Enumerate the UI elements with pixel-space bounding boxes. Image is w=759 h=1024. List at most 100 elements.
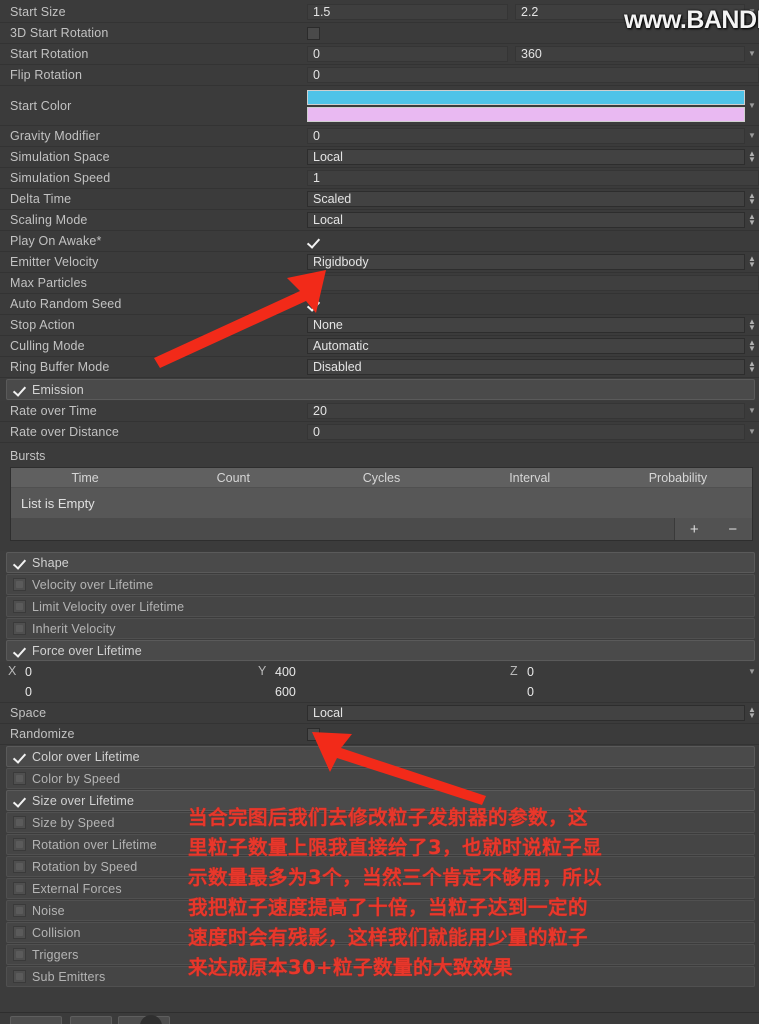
- input-flip-rotation[interactable]: 0: [307, 67, 759, 83]
- module-header-rotation-by-speed[interactable]: Rotation by Speed: [6, 856, 755, 877]
- field-wrapper: 0: [307, 67, 759, 83]
- module-header-noise[interactable]: Noise: [6, 900, 755, 921]
- chevron-down-icon[interactable]: ▼: [745, 403, 759, 419]
- module-checkbox-limit-velocity-over-lifetime[interactable]: [13, 600, 26, 613]
- bursts-table: Time Count Cycles Interval Probability List …: [10, 467, 753, 541]
- gradient-top-bar[interactable]: [307, 89, 745, 105]
- module-checkbox-external-forces[interactable]: [13, 882, 26, 895]
- chevron-up-down-icon[interactable]: ▲ ▼: [745, 150, 759, 164]
- label-randomize: Randomize: [10, 727, 75, 741]
- module-checkbox-size-over-lifetime[interactable]: [13, 794, 26, 807]
- module-header-color-over-lifetime[interactable]: Color over Lifetime: [6, 746, 755, 767]
- gradient-swatch[interactable]: [307, 89, 745, 123]
- module-checkbox-sub-emitters[interactable]: [13, 970, 26, 983]
- module-header-shape[interactable]: Shape: [6, 552, 755, 573]
- checkbox-3d-start-rotation[interactable]: [307, 26, 320, 40]
- module-header-rotation-over-lifetime[interactable]: Rotation over Lifetime: [6, 834, 755, 855]
- module-checkbox-noise[interactable]: [13, 904, 26, 917]
- row-flip-rotation: Flip Rotation 0: [0, 65, 759, 86]
- bottom-button-2[interactable]: [70, 1016, 112, 1024]
- module-header-inherit-velocity[interactable]: Inherit Velocity: [6, 618, 755, 639]
- chevron-down-icon[interactable]: ▼: [745, 4, 759, 20]
- module-checkbox-force-over-lifetime[interactable]: [13, 644, 26, 657]
- module-checkbox-rotation-by-speed[interactable]: [13, 860, 26, 873]
- dropdown-culling-mode[interactable]: Automatic: [307, 338, 745, 354]
- input-max[interactable]: 360: [515, 46, 745, 62]
- field-wrapper: 1.5 2.2 ▼: [307, 4, 759, 20]
- gradient-bottom-bar[interactable]: [307, 106, 745, 122]
- dropdown-simulation-space[interactable]: Local: [307, 149, 745, 165]
- chevron-up-down-icon[interactable]: ▲ ▼: [745, 706, 759, 720]
- checkbox-auto-random-seed[interactable]: [307, 298, 320, 311]
- chevron-up-down-icon[interactable]: ▲ ▼: [745, 360, 759, 374]
- input-simulation-speed[interactable]: 1: [307, 170, 759, 186]
- module-label-limit-velocity-over-lifetime: Limit Velocity over Lifetime: [32, 599, 185, 614]
- module-checkbox-inherit-velocity[interactable]: [13, 622, 26, 635]
- chevron-down-icon[interactable]: ▼: [745, 98, 759, 114]
- label-start-color: Start Color: [10, 98, 72, 113]
- chevron-up-down-icon[interactable]: ▲ ▼: [745, 213, 759, 227]
- randomize-checkbox[interactable]: [307, 727, 320, 741]
- row-play-on-awake: Play On Awake*: [0, 231, 759, 252]
- module-header-sub-emitters[interactable]: Sub Emitters: [6, 966, 755, 987]
- input-min[interactable]: 1.5: [307, 4, 508, 20]
- remove-burst-button[interactable]: −: [728, 522, 737, 537]
- chevron-down-icon[interactable]: ▼: [745, 662, 759, 680]
- module-checkbox-color-by-speed[interactable]: [13, 772, 26, 785]
- force-y-min[interactable]: 400: [272, 662, 296, 682]
- module-header-force-over-lifetime[interactable]: Force over Lifetime: [6, 640, 755, 661]
- chevron-down-icon[interactable]: ▼: [745, 424, 759, 440]
- dropdown-ring-buffer-mode[interactable]: Disabled: [307, 359, 745, 375]
- module-header-limit-velocity-over-lifetime[interactable]: Limit Velocity over Lifetime: [6, 596, 755, 617]
- module-header-triggers[interactable]: Triggers: [6, 944, 755, 965]
- input-rate-over-distance[interactable]: 0: [307, 424, 745, 440]
- module-header-size-by-speed[interactable]: Size by Speed: [6, 812, 755, 833]
- module-checkbox-size-by-speed[interactable]: [13, 816, 26, 829]
- label-space: Space: [10, 706, 47, 720]
- chevron-up-down-icon[interactable]: ▲ ▼: [745, 192, 759, 206]
- bursts-column-header: Probability: [648, 470, 708, 485]
- dropdown-emitter-velocity[interactable]: Rigidbody: [307, 254, 745, 270]
- force-x-min[interactable]: 0: [22, 662, 32, 682]
- module-checkbox-velocity-over-lifetime[interactable]: [13, 578, 26, 591]
- module-checkbox-triggers[interactable]: [13, 948, 26, 961]
- force-x-max[interactable]: 0: [22, 682, 32, 702]
- input-min[interactable]: 0: [307, 46, 508, 62]
- dropdown-delta-time[interactable]: Scaled: [307, 191, 745, 207]
- force-y-max[interactable]: 600: [272, 682, 296, 702]
- module-checkbox-rotation-over-lifetime[interactable]: [13, 838, 26, 851]
- module-header-collision[interactable]: Collision: [6, 922, 755, 943]
- module-checkbox-collision[interactable]: [13, 926, 26, 939]
- chevron-down-icon[interactable]: ▼: [745, 128, 759, 144]
- input-rate-over-time[interactable]: 20: [307, 403, 745, 419]
- emission-enabled-checkbox[interactable]: [13, 383, 26, 396]
- dropdown-scaling-mode[interactable]: Local: [307, 212, 745, 228]
- input-max-particles[interactable]: 3: [307, 275, 759, 291]
- label-simulation-speed: Simulation Speed: [10, 171, 111, 185]
- checkbox-play-on-awake[interactable]: [307, 235, 320, 248]
- input-gravity-modifier[interactable]: 0: [307, 128, 745, 144]
- label-simulation-space: Simulation Space: [10, 150, 110, 164]
- chevron-down-icon[interactable]: ▼: [745, 46, 759, 62]
- module-header-velocity-over-lifetime[interactable]: Velocity over Lifetime: [6, 574, 755, 595]
- chevron-up-down-icon[interactable]: ▲ ▼: [745, 255, 759, 269]
- module-header-size-over-lifetime[interactable]: Size over Lifetime: [6, 790, 755, 811]
- label-culling-mode: Culling Mode: [10, 339, 85, 353]
- module-checkbox-color-over-lifetime[interactable]: [13, 750, 26, 763]
- dropdown-stop-action[interactable]: None: [307, 317, 745, 333]
- module-checkbox-shape[interactable]: [13, 556, 26, 569]
- chevron-up-down-icon[interactable]: ▲ ▼: [745, 318, 759, 332]
- module-header-emission[interactable]: Emission: [6, 379, 755, 400]
- row-gravity-modifier: Gravity Modifier 0 ▼: [0, 126, 759, 147]
- force-z-min[interactable]: 0: [524, 662, 534, 682]
- force-z-max[interactable]: 0: [524, 682, 534, 702]
- module-label-collision: Collision: [32, 925, 81, 940]
- field-wrapper: Scaled ▲ ▼: [307, 191, 759, 207]
- input-max[interactable]: 2.2: [515, 4, 745, 20]
- add-burst-button[interactable]: +: [690, 522, 699, 537]
- module-header-external-forces[interactable]: External Forces: [6, 878, 755, 899]
- chevron-up-down-icon[interactable]: ▲ ▼: [745, 339, 759, 353]
- dropdown-space[interactable]: Local: [307, 705, 745, 721]
- module-header-color-by-speed[interactable]: Color by Speed: [6, 768, 755, 789]
- bottom-button-1[interactable]: [10, 1016, 62, 1024]
